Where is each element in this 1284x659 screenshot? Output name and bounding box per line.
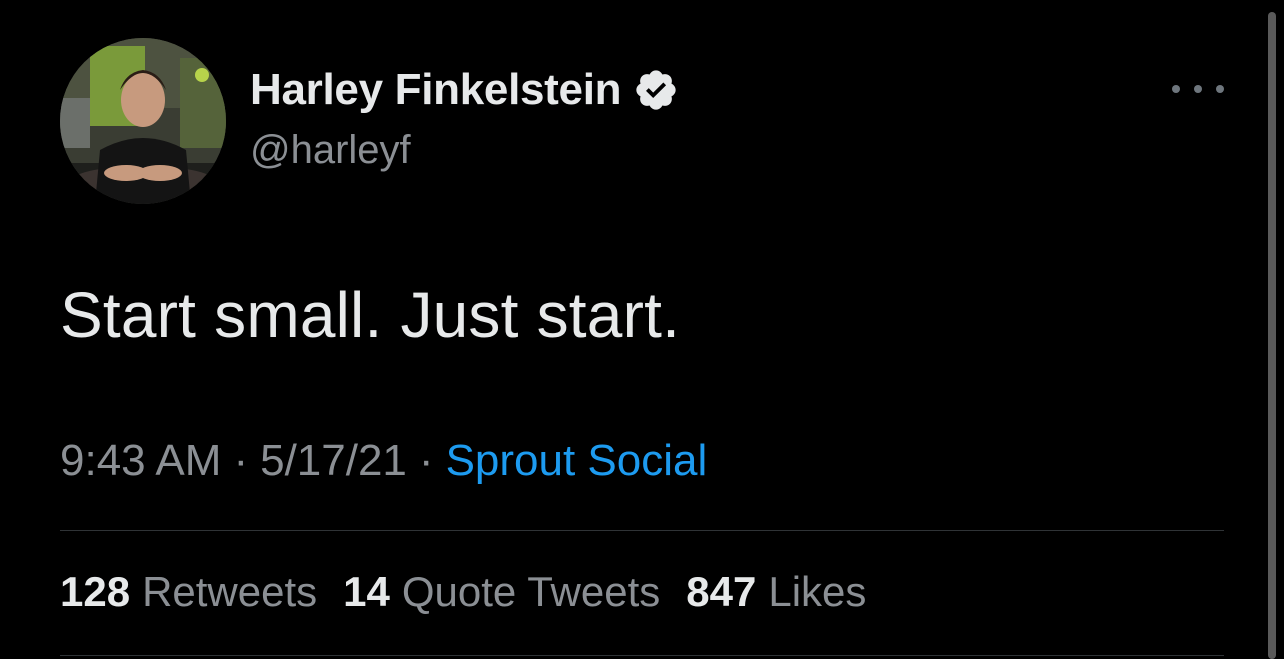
name-row: Harley Finkelstein	[250, 64, 679, 116]
tweet-date[interactable]: 5/17/21	[260, 436, 407, 485]
tweet-meta: 9:43 AM · 5/17/21 · Sprout Social	[60, 436, 707, 486]
likes-count: 847	[686, 568, 757, 615]
verified-badge-icon	[633, 67, 679, 113]
author-block: Harley Finkelstein @harleyf	[250, 64, 679, 173]
divider	[60, 655, 1224, 656]
tweet-time[interactable]: 9:43 AM	[60, 436, 221, 485]
retweets-label: Retweets	[142, 568, 318, 615]
tweet-text: Start small. Just start.	[60, 279, 681, 351]
quote-tweets-label: Quote Tweets	[401, 568, 661, 615]
user-handle[interactable]: @harleyf	[250, 128, 679, 173]
quote-tweets-count: 14	[343, 568, 390, 615]
display-name[interactable]: Harley Finkelstein	[250, 65, 622, 115]
retweets-stat[interactable]: 128 Retweets	[60, 568, 317, 616]
more-horizontal-icon-dot	[1194, 85, 1202, 93]
quote-tweets-stat[interactable]: 14 Quote Tweets	[343, 568, 660, 616]
avatar[interactable]	[60, 38, 226, 204]
likes-label: Likes	[768, 568, 867, 615]
meta-separator: ·	[233, 436, 249, 485]
more-horizontal-icon	[1172, 85, 1180, 93]
more-options-button[interactable]	[1172, 78, 1224, 100]
retweets-count: 128	[60, 568, 131, 615]
tweet-detail: Harley Finkelstein @harleyf Start small.…	[0, 0, 1284, 659]
divider	[60, 530, 1224, 531]
scrollbar[interactable]	[1268, 12, 1276, 659]
more-horizontal-icon-dot	[1216, 85, 1224, 93]
engagement-stats: 128 Retweets 14 Quote Tweets 847 Likes	[60, 568, 892, 616]
likes-stat[interactable]: 847 Likes	[686, 568, 866, 616]
avatar-photo	[60, 38, 226, 204]
meta-separator: ·	[418, 436, 434, 485]
tweet-source-link[interactable]: Sprout Social	[446, 436, 708, 485]
